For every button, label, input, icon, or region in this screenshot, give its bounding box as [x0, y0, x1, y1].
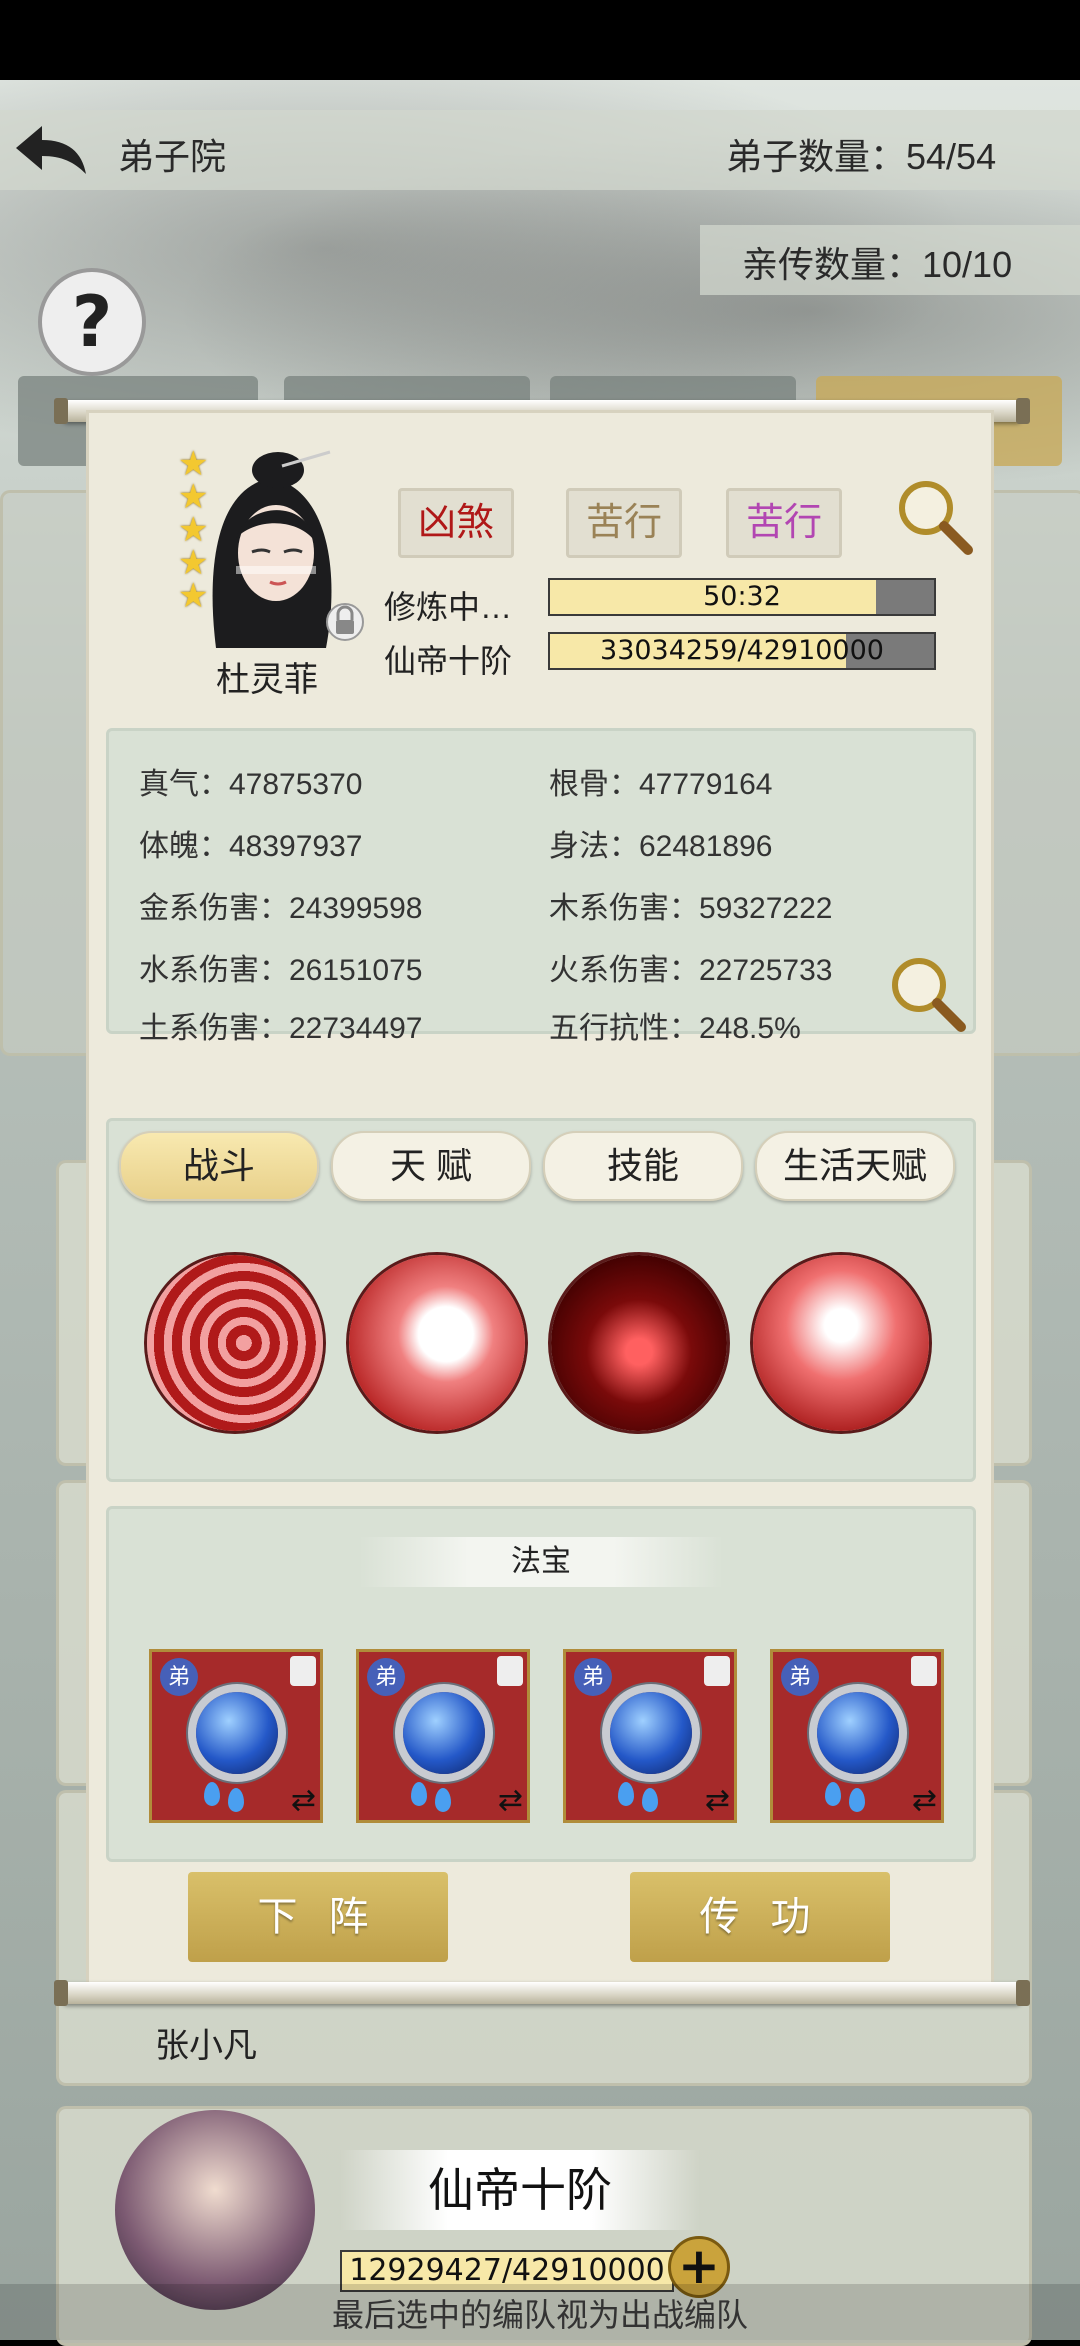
drop-icon: [618, 1782, 634, 1806]
treasure-gem-icon: [403, 1692, 485, 1774]
swap-icon[interactable]: ⇄: [705, 1783, 730, 1818]
stat-metal-damage: 金系伤害：24399598: [139, 892, 423, 925]
drop-icon: [642, 1788, 658, 1812]
disciple-portrait: [196, 448, 346, 648]
lock-icon: [911, 1656, 937, 1686]
stats-box: 真气：47875370 根骨：47779164 体魄：48397937 身法：6…: [106, 728, 976, 1045]
swap-icon[interactable]: ⇄: [498, 1783, 523, 1818]
treasure-slot-3[interactable]: 弟 ⇄: [563, 1649, 737, 1823]
exp-text: 33034259/42910000: [600, 635, 884, 666]
treasure-badge: 弟: [160, 1658, 198, 1696]
disciple-portrait-bottom: [115, 2110, 315, 2310]
footer-hint: 最后选中的编队视为出战编队: [331, 2296, 748, 2334]
swap-icon[interactable]: ⇄: [912, 1783, 937, 1818]
lock-icon: [497, 1656, 523, 1686]
stat-fire-damage: 火系伤害：22725733: [549, 954, 833, 987]
drop-icon: [204, 1782, 220, 1806]
stats-magnifier-icon[interactable]: [887, 953, 967, 1033]
stat-root-bone: 根骨：47779164: [549, 768, 773, 801]
magnifier-icon[interactable]: [894, 476, 973, 555]
status-label: 修炼中…: [384, 589, 513, 625]
page-title: 弟子院: [118, 136, 227, 177]
treasure-badge: 弟: [574, 1658, 612, 1696]
star-icon: ★: [178, 477, 209, 517]
help-icon[interactable]: ?: [38, 268, 146, 376]
stat-agility: 身法：62481896: [549, 830, 773, 863]
star-rating: ★ ★ ★ ★ ★: [178, 444, 214, 616]
stat-element-resist: 五行抗性：248.5%: [549, 1012, 801, 1045]
star-icon: ★: [178, 444, 209, 484]
trait-tag-2[interactable]: 苦行: [566, 488, 682, 558]
tab-combat[interactable]: 战斗: [119, 1131, 319, 1201]
stat-wood-damage: 木系伤害：59327222: [549, 892, 833, 925]
exp-bar: 33034259/42910000: [548, 632, 936, 670]
treasure-box: 法宝 弟 ⇄ 弟 ⇄ 弟 ⇄ 弟 ⇄: [106, 1506, 976, 1862]
lock-icon: [290, 1656, 316, 1686]
trait-tag-3[interactable]: 苦行: [726, 488, 842, 558]
tab-talent[interactable]: 天 赋: [331, 1131, 531, 1201]
lock-icon: [704, 1656, 730, 1686]
disciple-detail-panel: ★ ★ ★ ★ ★ 杜灵菲 凶煞 苦行 苦行 修炼中… 50:32 仙帝十阶 3…: [86, 410, 994, 1990]
star-icon: ★: [178, 543, 209, 583]
direct-disciple-count: 亲传数量：10/10: [742, 244, 1013, 285]
treasure-slot-2[interactable]: 弟 ⇄: [356, 1649, 530, 1823]
drop-icon: [228, 1788, 244, 1812]
star-icon: ★: [178, 576, 209, 616]
bottom-rank: 仙帝十阶: [340, 2150, 700, 2230]
skills-box: 战斗 天 赋 技能 生活天赋: [106, 1118, 976, 1482]
bg-disciple-name: 张小凡: [155, 2026, 257, 2066]
cultivation-timer-bar: 50:32: [548, 578, 936, 616]
swap-icon[interactable]: ⇄: [291, 1783, 316, 1818]
treasure-section-title: 法宝: [359, 1537, 723, 1587]
treasure-badge: 弟: [781, 1658, 819, 1696]
stat-physique: 体魄：48397937: [139, 830, 363, 863]
transfer-power-button[interactable]: 传 功: [630, 1872, 890, 1962]
remove-from-team-button[interactable]: 下 阵: [188, 1872, 448, 1962]
treasure-gem-icon: [610, 1692, 692, 1774]
stat-earth-damage: 土系伤害：22734497: [139, 1012, 423, 1045]
skill-burst-icon[interactable]: [349, 1255, 525, 1431]
back-button[interactable]: [12, 118, 92, 178]
treasure-gem-icon: [196, 1692, 278, 1774]
drop-icon: [825, 1782, 841, 1806]
treasure-gem-icon: [817, 1692, 899, 1774]
drop-icon: [849, 1788, 865, 1812]
stat-water-damage: 水系伤害：26151075: [139, 954, 423, 987]
skill-vortex-icon[interactable]: [147, 1255, 323, 1431]
trait-tag-1[interactable]: 凶煞: [398, 488, 514, 558]
treasure-badge: 弟: [367, 1658, 405, 1696]
scroll-rod-bottom: [54, 1980, 1030, 2006]
drop-icon: [411, 1782, 427, 1806]
skill-shatter-icon[interactable]: [551, 1255, 727, 1431]
rank-label: 仙帝十阶: [384, 643, 513, 679]
tab-skills[interactable]: 技能: [543, 1131, 743, 1201]
timer-text: 50:32: [703, 581, 781, 612]
star-icon: ★: [178, 510, 209, 550]
drop-icon: [435, 1788, 451, 1812]
tab-life-talent[interactable]: 生活天赋: [755, 1131, 955, 1201]
treasure-slot-4[interactable]: 弟 ⇄: [770, 1649, 944, 1823]
disciple-count: 弟子数量：54/54: [726, 136, 997, 177]
skill-beam-icon[interactable]: [753, 1255, 929, 1431]
character-name: 杜灵菲: [216, 661, 318, 699]
treasure-slot-1[interactable]: 弟 ⇄: [149, 1649, 323, 1823]
stat-true-qi: 真气：47875370: [139, 768, 363, 801]
back-arrow-icon: [16, 126, 86, 174]
lock-icon: [326, 598, 364, 642]
